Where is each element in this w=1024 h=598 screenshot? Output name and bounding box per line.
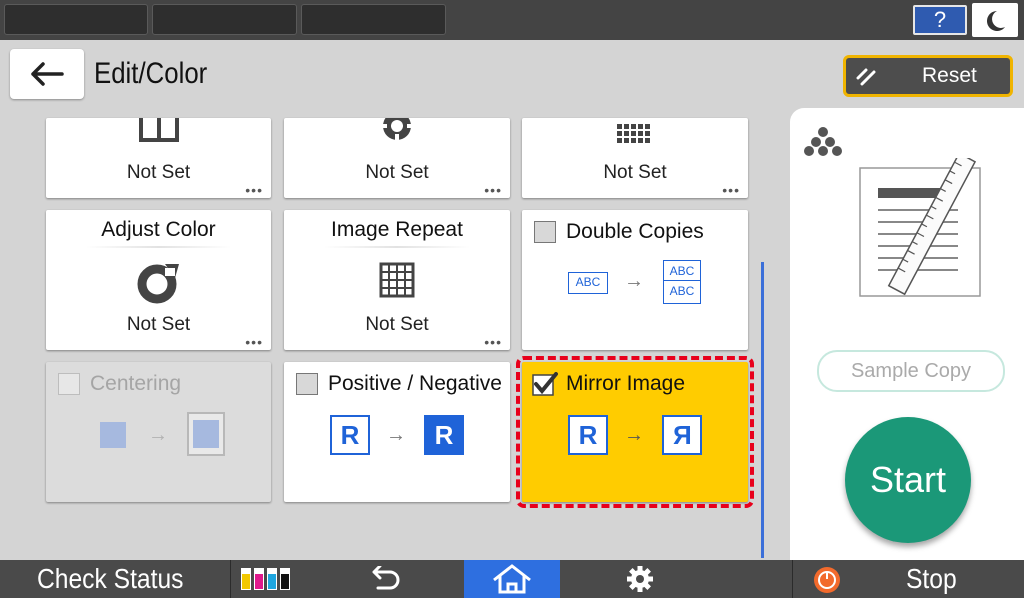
dot-grid-icon	[617, 124, 650, 143]
tile-centering: Centering →	[46, 362, 271, 502]
split-page-icon	[138, 118, 179, 142]
top-bar: ?	[0, 0, 1024, 40]
tile-title: Positive / Negative	[296, 372, 502, 396]
tile-title-text: Double Copies	[566, 220, 704, 243]
help-button[interactable]: ?	[913, 5, 967, 35]
back-button[interactable]	[10, 49, 84, 99]
sample-copy-button[interactable]: Sample Copy	[817, 350, 1005, 392]
positive-negative-checkbox[interactable]	[296, 373, 318, 395]
arrow-icon: →	[624, 424, 644, 446]
more-options-icon: •••	[484, 182, 502, 198]
tile-row1-2[interactable]: Not Set •••	[284, 118, 510, 198]
abc-top: ABC	[664, 261, 700, 281]
tile-positive-negative[interactable]: Positive / Negative R → R	[284, 362, 510, 502]
title-divider	[324, 246, 470, 248]
mirrored-letter: R	[672, 420, 692, 450]
top-slot-3[interactable]	[301, 4, 446, 35]
abc-source-icon: ABC	[568, 272, 608, 294]
moon-icon	[987, 11, 1005, 31]
separator	[792, 560, 793, 598]
separator	[230, 560, 231, 598]
mirrored-r-icon: R	[662, 415, 702, 455]
check-status-button[interactable]: Check Status	[0, 560, 202, 598]
centering-checkbox	[58, 373, 80, 395]
tile-row1-1[interactable]: Not Set •••	[46, 118, 271, 198]
reset-button[interactable]: Reset	[843, 55, 1013, 97]
tile-title: Image Repeat	[331, 218, 463, 241]
top-slot-1[interactable]	[4, 4, 148, 35]
more-options-icon: •••	[484, 334, 502, 350]
check-icon[interactable]	[532, 372, 558, 396]
tile-status: Not Set	[365, 314, 429, 335]
tile-title: Mirror Image	[532, 372, 685, 396]
arrow-icon: →	[624, 270, 644, 292]
positive-r-icon: R	[330, 415, 370, 455]
reset-label: Reset	[922, 64, 977, 87]
back-arrow-icon	[31, 62, 64, 86]
tile-title-text: Centering	[90, 372, 182, 395]
gear-ring-icon	[381, 118, 413, 140]
abc-double-icon: ABC ABC	[663, 260, 701, 304]
tile-double-copies[interactable]: Double Copies ABC → ABC ABC	[522, 210, 748, 350]
page-title: Edit/Color	[94, 57, 208, 90]
tile-row1-3[interactable]: Not Set •••	[522, 118, 748, 198]
more-options-icon: •••	[722, 182, 740, 198]
toner-level-icon	[241, 568, 290, 590]
start-button[interactable]: Start	[845, 417, 971, 543]
centering-source-icon	[100, 422, 126, 448]
preview-document-icon	[859, 158, 981, 297]
tile-title: Centering	[58, 372, 181, 396]
more-options-icon: •••	[245, 182, 263, 198]
home-button[interactable]	[464, 560, 560, 598]
tile-status: Not Set	[126, 314, 191, 335]
tile-mirror-image[interactable]: Mirror Image R → R	[516, 356, 754, 508]
tile-status: Not Set	[126, 162, 191, 183]
tile-status: Not Set	[365, 162, 429, 183]
home-icon	[493, 564, 531, 594]
tile-adjust-color[interactable]: Adjust Color Not Set •••	[46, 210, 271, 350]
top-slot-2[interactable]	[152, 4, 297, 35]
return-icon[interactable]	[364, 566, 404, 592]
right-panel: Sample Copy Start	[790, 108, 1024, 560]
centering-result-icon	[187, 412, 225, 456]
more-options-icon: •••	[245, 334, 263, 350]
tile-title: Double Copies	[534, 220, 704, 244]
stop-icon[interactable]	[812, 566, 842, 594]
reset-icon	[856, 68, 876, 86]
arrow-icon: →	[386, 424, 406, 446]
gear-icon[interactable]	[624, 565, 656, 593]
arrow-icon: →	[148, 424, 168, 446]
tile-status: Not Set	[603, 162, 667, 183]
original-r-icon: R	[568, 415, 608, 455]
tile-image-repeat[interactable]: Image Repeat Not Set •••	[284, 210, 510, 350]
color-mode-icon	[804, 127, 842, 156]
title-divider	[86, 246, 231, 248]
stop-button[interactable]: Stop	[906, 560, 957, 598]
image-repeat-icon	[379, 262, 415, 298]
bottom-bar: Check Status Stop	[0, 560, 1024, 598]
energy-saver-button[interactable]	[972, 3, 1018, 37]
tile-title-text: Positive / Negative	[328, 372, 502, 395]
scrollbar[interactable]	[761, 262, 764, 558]
tile-title: Adjust Color	[101, 218, 216, 241]
negative-r-icon: R	[424, 415, 464, 455]
double-copies-checkbox[interactable]	[534, 221, 556, 243]
tile-title-text: Mirror Image	[566, 372, 686, 395]
adjust-color-icon	[137, 264, 179, 304]
abc-bottom: ABC	[669, 284, 695, 298]
